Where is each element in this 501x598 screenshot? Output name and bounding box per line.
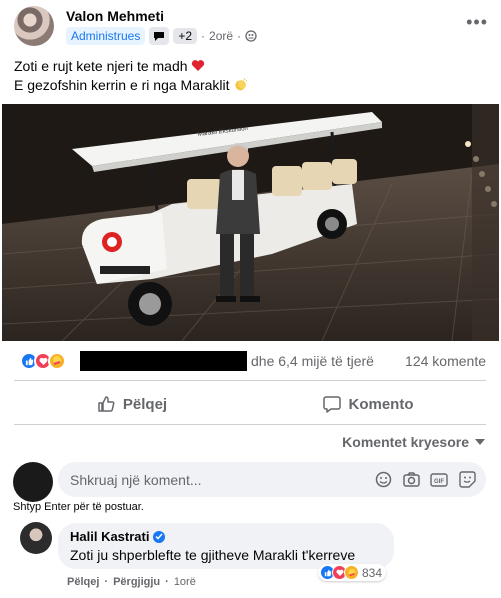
verified-check-icon (153, 530, 166, 543)
sticker-icon[interactable] (458, 471, 476, 489)
comment-time[interactable]: 1orë (174, 576, 196, 588)
comment-text: Zoti ju shperblefte te gjitheve Marakli … (70, 547, 356, 563)
post-action-bar: Pëlqej Komento (14, 386, 486, 422)
post-time[interactable]: 2orë (209, 29, 233, 43)
divider-top (14, 380, 486, 381)
more-badges-count[interactable]: +2 (173, 28, 198, 44)
commenter-name[interactable]: Halil Kastrati (70, 529, 149, 544)
clapping-hands-emoji-icon (235, 78, 248, 91)
heart-emoji-icon (192, 60, 205, 71)
audience-globe-icon (245, 30, 257, 42)
current-user-avatar[interactable] (13, 462, 53, 502)
comment-care-reaction-icon (344, 565, 359, 580)
comment-like-link[interactable]: Pëlqej (67, 576, 99, 588)
post-text-line1: Zoti e rujt kete njeri te madh (14, 58, 188, 74)
comment-bubble-icon (322, 396, 341, 413)
comment-separator: · (104, 576, 109, 588)
caret-down-icon (475, 439, 485, 445)
post-header: Valon Mehmeti Administrues +2 · 2orë · •… (14, 6, 494, 50)
sort-label: Komentet kryesore (342, 434, 469, 450)
comment-reaction-count: 834 (362, 565, 383, 580)
author-avatar[interactable] (14, 6, 54, 46)
post-stats: dhe 6,4 mijë të tjerë 124 komente (20, 350, 486, 372)
emoji-icon[interactable] (374, 471, 392, 489)
author-name[interactable]: Valon Mehmeti (66, 8, 164, 24)
like-button[interactable]: Pëlqej (14, 386, 250, 422)
meta-separator: · (201, 29, 206, 43)
comment-button[interactable]: Komento (250, 386, 486, 422)
like-label: Pëlqej (122, 395, 168, 413)
divider-bottom (14, 424, 486, 425)
redacted-name (80, 351, 247, 371)
more-options-button[interactable]: ••• (466, 12, 488, 33)
admin-badge[interactable]: Administrues (66, 27, 146, 45)
comment-sort-dropdown[interactable]: Komentet kryesore (342, 434, 485, 450)
separator-dot: · (237, 29, 242, 43)
comment-composer[interactable]: GIF (58, 462, 486, 497)
enter-hint: Shtyp Enter për të postuar. (13, 501, 144, 513)
comments-count[interactable]: 124 komente (405, 353, 486, 369)
gif-icon[interactable]: GIF (430, 471, 448, 489)
comment-bubble: Halil Kastrati Zoti ju shperblefte te gj… (58, 523, 394, 569)
svg-text:GIF: GIF (434, 479, 444, 485)
camera-icon[interactable] (402, 471, 420, 489)
reaction-icons[interactable] (20, 352, 66, 370)
post-text-line2: E gezofshin kerrin e ri nga Maraklit (14, 77, 230, 93)
post-body: Zoti e rujt kete njeri te madh E gezofsh… (14, 57, 248, 95)
composer-tools: GIF (374, 471, 486, 489)
conversation-starter-badge-icon[interactable] (149, 27, 170, 45)
reaction-others-text[interactable]: dhe 6,4 mijë të tjerë (251, 353, 374, 369)
care-reaction-icon (48, 352, 66, 370)
comment-actions: Pëlqej · Përgjigju · 1orë (67, 576, 196, 588)
comment-input[interactable] (70, 471, 374, 488)
comment-separator-2: · (165, 576, 169, 588)
comment-label: Komento (348, 395, 414, 413)
comment-reply-link[interactable]: Përgjigju (113, 576, 160, 588)
commenter-avatar[interactable] (20, 522, 52, 554)
thumbs-up-icon (98, 396, 115, 412)
post-photo[interactable]: Marakli Ekskursion (2, 104, 499, 341)
comment-reactions[interactable]: 834 (318, 564, 387, 581)
post-meta: Administrues +2 · 2orë · (66, 27, 257, 45)
